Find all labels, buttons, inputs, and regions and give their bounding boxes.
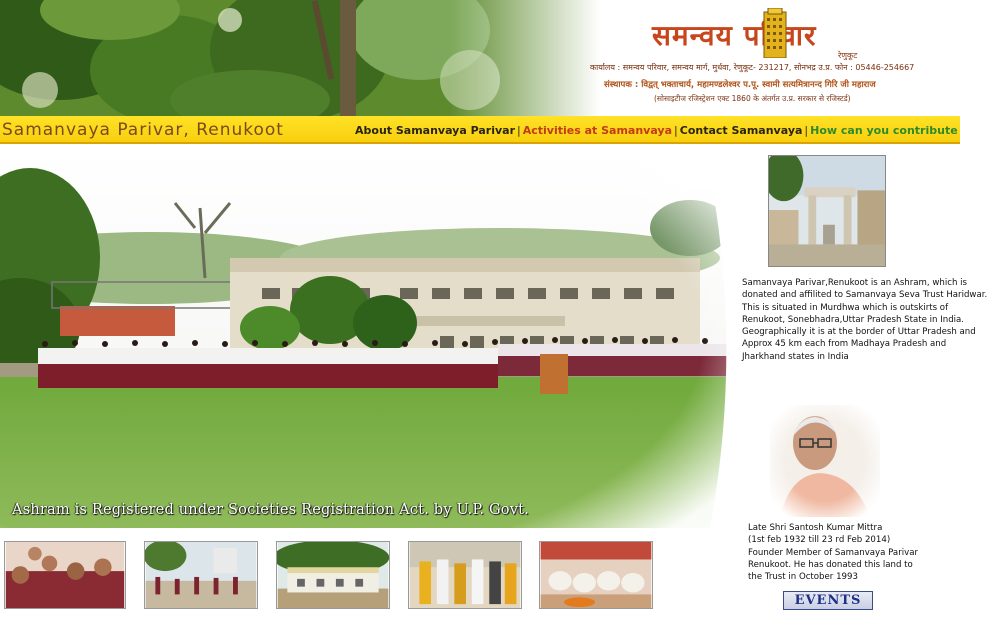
thumbnail-assembly[interactable] [144, 541, 258, 609]
registration-line: (सोसाइटीज रजिस्ट्रेशन एक्ट 1860 के अंतर्… [654, 94, 851, 103]
events-button[interactable]: EVENTS [783, 591, 873, 610]
thumbnail-students[interactable] [4, 541, 126, 609]
office-address: कार्यालय : समन्वय परिवार, समन्वय मार्ग, … [590, 63, 915, 72]
founder-caption: Late Shri Santosh Kumar Mittra (1st feb … [748, 522, 968, 583]
site-title: Samanvaya Parivar, Renukoot [2, 120, 284, 140]
ashram-assembly-photo [0, 148, 740, 528]
nav-links: About Samanvaya Parivar | Activities at Sa… [355, 124, 958, 137]
founder-note-1: Renukoot. He has donated this land to [748, 559, 913, 570]
header-banner: समन्वय परिवार रेणुकूट कार्यालय : समन्वय … [0, 0, 960, 116]
nav-link-contact[interactable]: Contact Samanvaya [680, 124, 803, 137]
nav-bar: Samanvaya Parivar, Renukoot About Samanv… [0, 116, 960, 144]
nav-link-about[interactable]: About Samanvaya Parivar [355, 124, 515, 137]
nav-link-contribute[interactable]: How can you contribute [810, 124, 958, 137]
nav-separator: | [804, 124, 809, 137]
thumbnail-ceremony[interactable] [408, 541, 522, 609]
thumbnail-school-building[interactable] [276, 541, 390, 609]
nav-separator: | [517, 124, 521, 137]
logo-block: समन्वय परिवार रेणुकूट कार्यालय : समन्वय … [590, 6, 960, 114]
founder-role: Founder Member of Samanvaya Parivar [748, 547, 918, 558]
tower-logo-icon [763, 8, 787, 58]
about-ashram-text: Samanvaya Parivar,Renukoot is an Ashram,… [742, 278, 988, 362]
ashram-gate-photo[interactable] [768, 155, 886, 267]
founder-dates: (1st feb 1932 till 23 rd Feb 2014) [748, 535, 891, 546]
registration-caption: Ashram is Registered under Societies Reg… [12, 502, 529, 518]
founder-note-2: the Trust in October 1993 [748, 572, 858, 583]
founder-name: Late Shri Santosh Kumar Mittra [748, 523, 883, 533]
founder-portrait [770, 405, 880, 517]
logo-subtitle: रेणुकूट [838, 51, 858, 60]
patron-line: संस्थापक : विद्वत् भक्ताचार्य, महामण्डले… [604, 80, 876, 90]
nav-separator: | [674, 124, 678, 137]
tree-banner-image [0, 0, 600, 116]
nav-link-activities[interactable]: Activities at Samanvaya [523, 124, 672, 137]
thumbnail-gathering[interactable] [539, 541, 653, 609]
